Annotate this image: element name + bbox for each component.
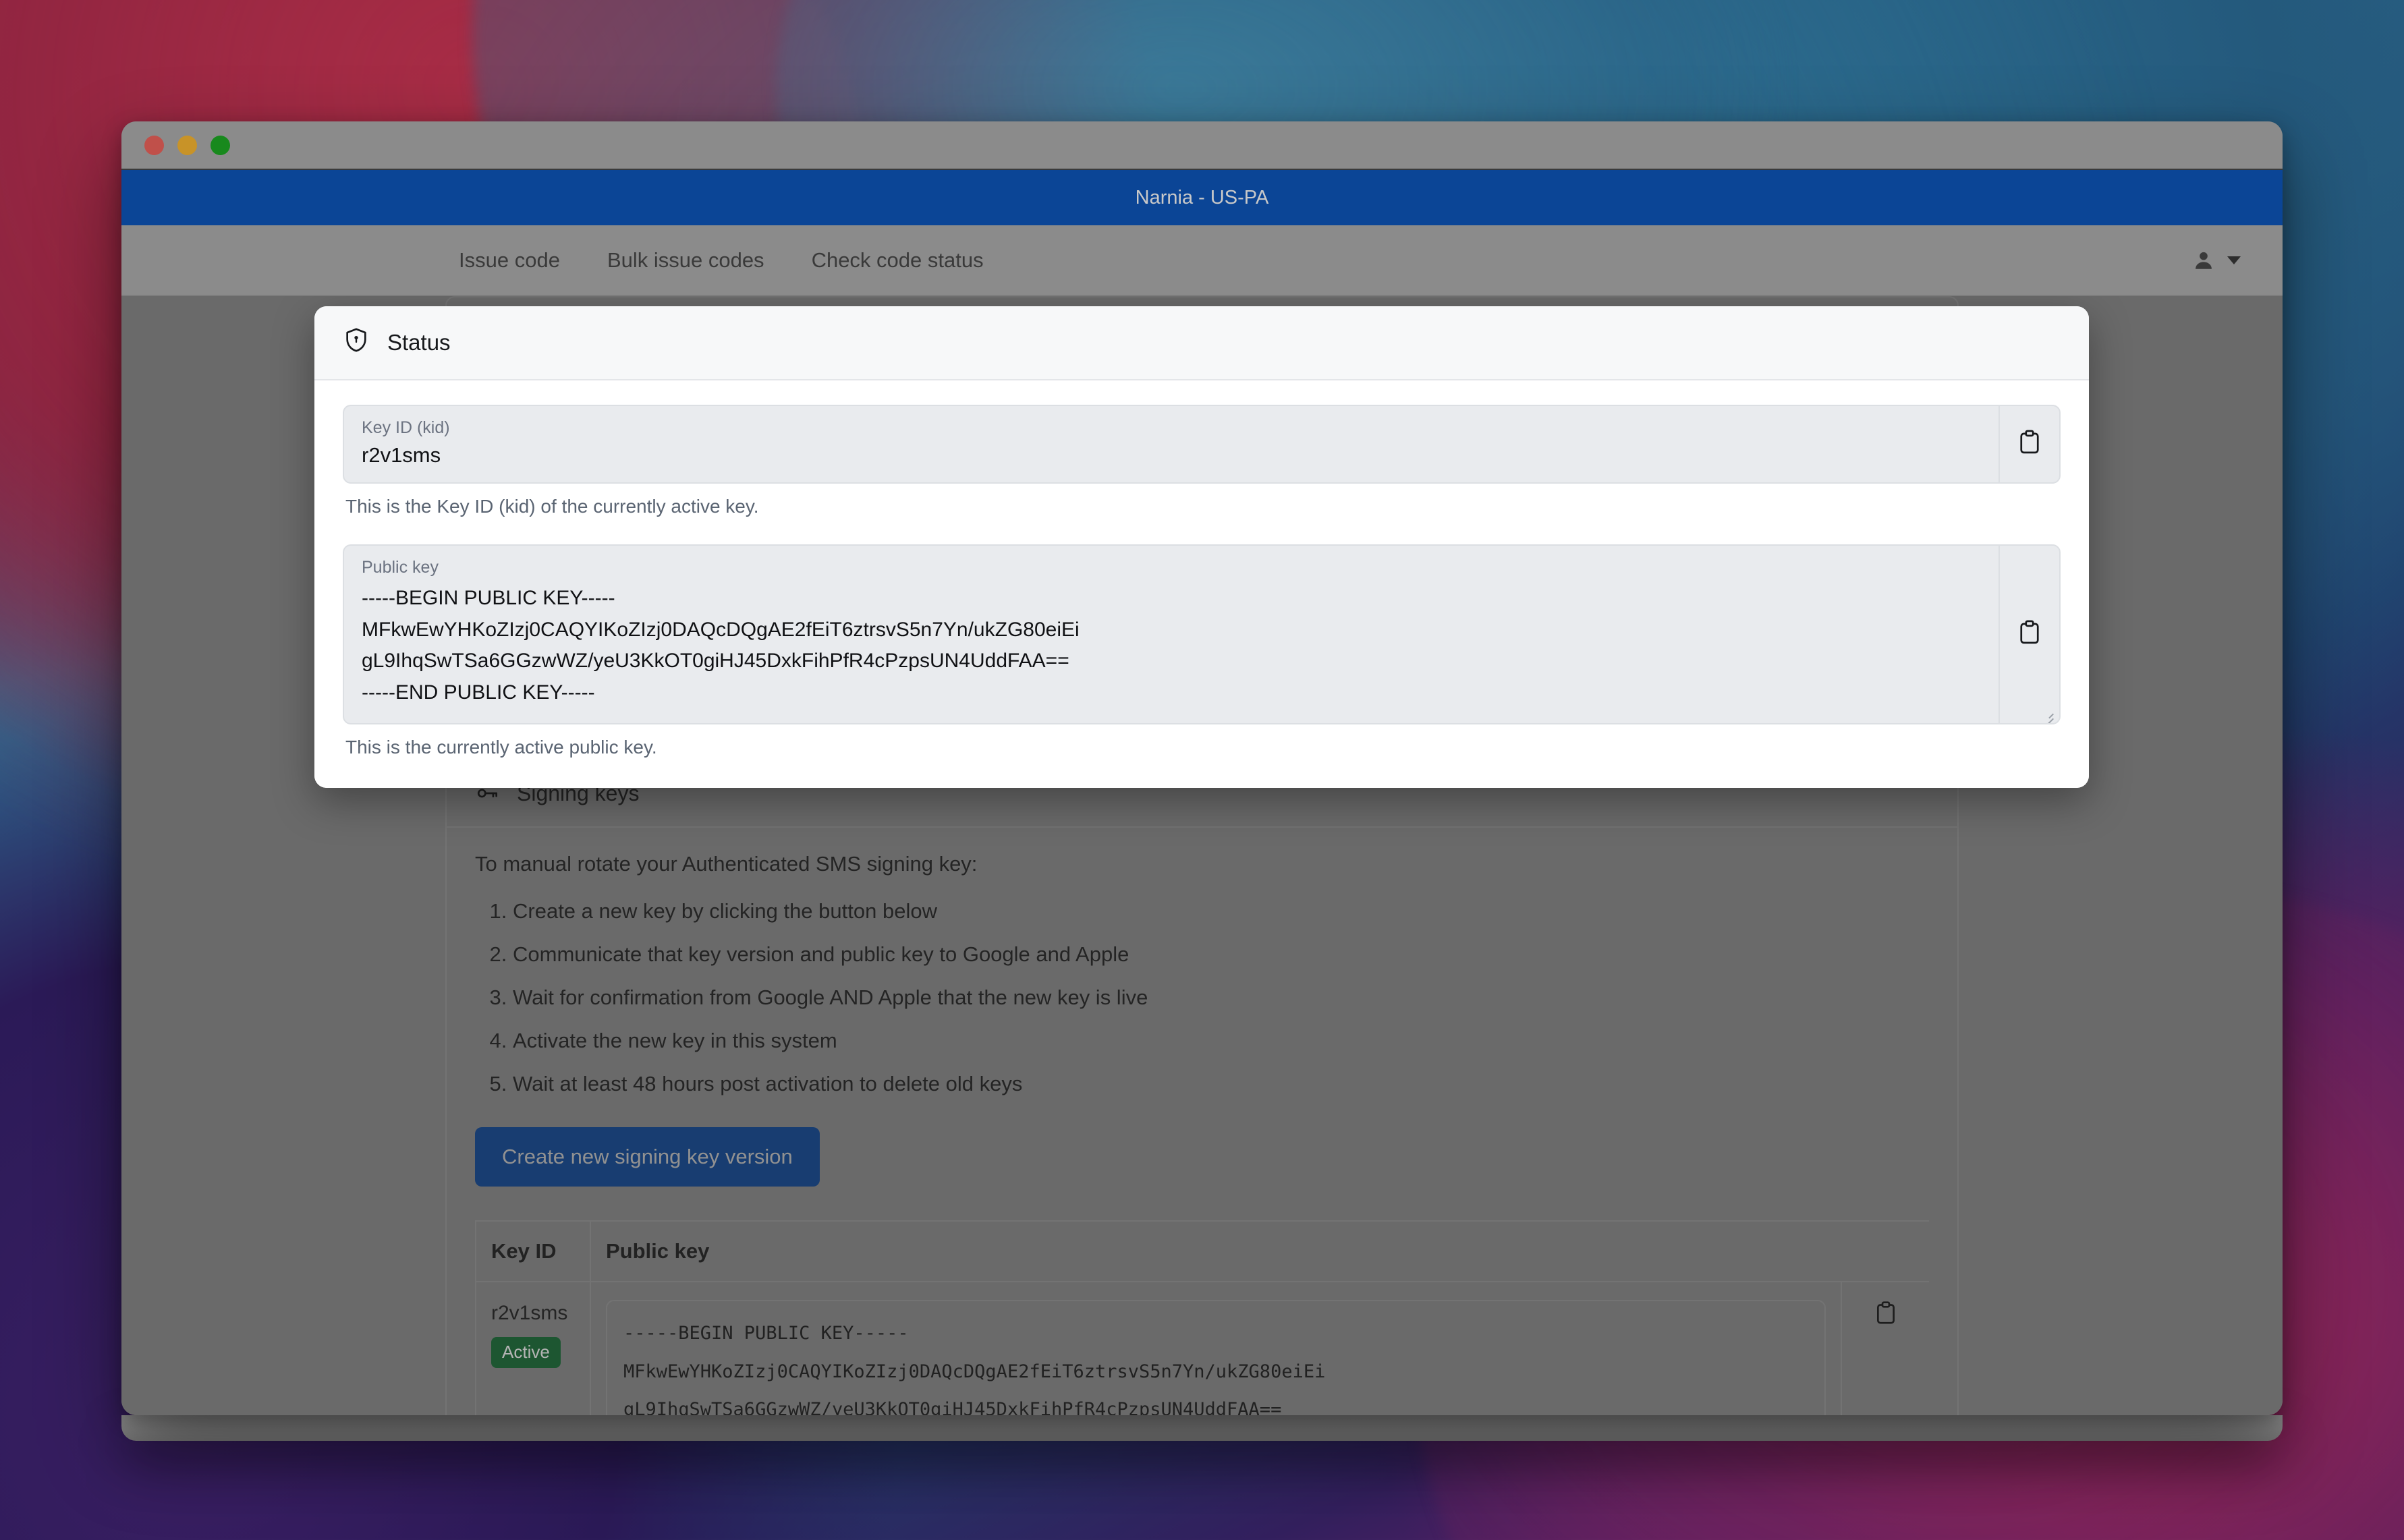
browser-window: Narnia - US-PA Issue code Bulk issue cod… [121, 121, 2283, 1415]
copy-public-key-button[interactable] [1998, 546, 2059, 723]
shield-lock-icon [343, 326, 370, 359]
person-icon [2192, 249, 2215, 272]
key-id-label: Key ID (kid) [362, 418, 450, 437]
status-modal-header: Status [314, 306, 2089, 380]
main-navbar: Issue code Bulk issue codes Check code s… [121, 225, 2283, 296]
copy-key-id-button[interactable] [1998, 406, 2059, 482]
nav-item-issue-code[interactable]: Issue code [459, 248, 560, 273]
user-menu-button[interactable] [2192, 249, 2242, 272]
nav-item-bulk-issue-codes[interactable]: Bulk issue codes [607, 248, 764, 273]
key-id-input[interactable]: Key ID (kid) r2v1sms [344, 406, 1998, 482]
app-title-banner: Narnia - US-PA [121, 170, 2283, 225]
clipboard-icon [2015, 619, 2044, 650]
public-key-value: -----BEGIN PUBLIC KEY----- MFkwEwYHKoZIz… [362, 587, 1080, 704]
key-id-field-group: Key ID (kid) r2v1sms [343, 405, 2061, 484]
status-modal-body: Key ID (kid) r2v1sms This is the Key ID … [314, 380, 2089, 788]
status-modal: Status Key ID (kid) r2v1sms This is the … [314, 306, 2089, 788]
app-title: Narnia - US-PA [1135, 186, 1269, 208]
desktop-background: Narnia - US-PA Issue code Bulk issue cod… [0, 0, 2404, 1540]
key-id-help-text: This is the Key ID (kid) of the currentl… [345, 496, 759, 517]
window-bottom-edge [121, 1415, 2283, 1441]
minimize-window-button[interactable] [177, 135, 197, 155]
chevron-down-icon [2226, 255, 2242, 266]
key-id-value: r2v1sms [362, 443, 441, 467]
maximize-window-button[interactable] [211, 135, 230, 155]
public-key-help-text: This is the currently active public key. [345, 737, 657, 758]
public-key-textarea[interactable]: Public key -----BEGIN PUBLIC KEY----- MF… [344, 546, 1998, 723]
clipboard-icon [2015, 428, 2044, 460]
public-key-label: Public key [362, 558, 439, 577]
window-titlebar [121, 121, 2283, 170]
status-modal-title: Status [387, 330, 451, 355]
page-content-area: Disable Authenticated SMS [121, 296, 2283, 1415]
public-key-field-group: Public key -----BEGIN PUBLIC KEY----- MF… [343, 544, 2061, 724]
nav-item-check-code-status[interactable]: Check code status [812, 248, 984, 273]
close-window-button[interactable] [144, 135, 164, 155]
